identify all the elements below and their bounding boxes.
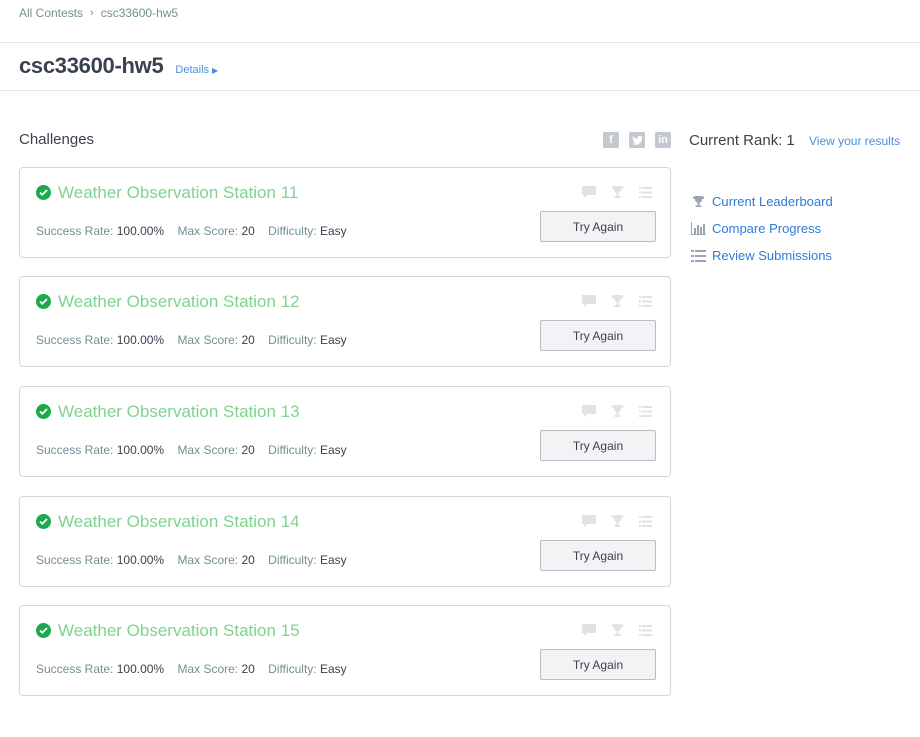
view-results-link[interactable]: View your results	[809, 134, 900, 148]
challenge-name-link[interactable]: Weather Observation Station 15	[58, 621, 300, 641]
rank-label: Current Rank:	[689, 132, 783, 149]
chevron-right-icon: ›	[90, 7, 94, 19]
trophy-icon[interactable]	[610, 185, 624, 199]
list-icon[interactable]	[638, 185, 652, 199]
comment-icon[interactable]	[582, 294, 596, 308]
breadcrumb: All Contests › csc33600-hw5	[19, 6, 178, 20]
try-again-button[interactable]: Try Again	[540, 649, 656, 680]
social-share: f in	[603, 132, 671, 148]
details-label: Details	[175, 64, 210, 76]
bar-chart-icon	[690, 222, 706, 236]
check-circle-icon	[36, 404, 51, 419]
divider	[0, 90, 920, 91]
trophy-icon	[690, 195, 706, 209]
list-icon[interactable]	[638, 514, 652, 528]
list-icon[interactable]	[638, 404, 652, 418]
divider	[0, 42, 920, 43]
facebook-icon[interactable]: f	[603, 132, 619, 148]
comment-icon[interactable]	[582, 623, 596, 637]
challenge-actions	[582, 404, 652, 418]
challenge-card: Weather Observation Station 12 Success R…	[19, 276, 671, 367]
compare-progress-label: Compare Progress	[712, 221, 822, 236]
review-submissions-link[interactable]: Review Submissions	[690, 242, 833, 269]
review-submissions-label: Review Submissions	[712, 248, 832, 263]
triangle-right-icon: ▶	[212, 65, 219, 75]
challenge-card: Weather Observation Station 15 Success R…	[19, 605, 671, 696]
list-icon	[690, 249, 706, 263]
comment-icon[interactable]	[582, 404, 596, 418]
twitter-icon[interactable]	[629, 132, 645, 148]
challenge-meta: Success Rate: 100.00% Max Score: 20 Diff…	[36, 553, 347, 567]
max-score: 20	[241, 333, 255, 347]
compare-progress-link[interactable]: Compare Progress	[690, 215, 833, 242]
trophy-icon[interactable]	[610, 514, 624, 528]
page-title: csc33600-hw5	[19, 53, 164, 78]
success-rate: 100.00%	[116, 224, 165, 238]
challenge-meta: Success Rate: 100.00% Max Score: 20 Diff…	[36, 662, 347, 676]
max-score: 20	[241, 224, 255, 238]
challenge-name-link[interactable]: Weather Observation Station 11	[58, 183, 298, 203]
challenge-meta: Success Rate: 100.00% Max Score: 20 Diff…	[36, 224, 347, 238]
check-circle-icon	[36, 185, 51, 200]
max-score: 20	[241, 553, 255, 567]
trophy-icon[interactable]	[610, 294, 624, 308]
max-score: 20	[241, 662, 255, 676]
success-rate: 100.00%	[116, 443, 165, 457]
challenge-actions	[582, 514, 652, 528]
max-score: 20	[241, 443, 255, 457]
details-link[interactable]: Details ▶	[175, 64, 218, 76]
challenge-actions	[582, 294, 652, 308]
challenge-name-link[interactable]: Weather Observation Station 14	[58, 512, 300, 532]
difficulty: Easy	[319, 662, 347, 676]
list-icon[interactable]	[638, 623, 652, 637]
comment-icon[interactable]	[582, 185, 596, 199]
current-leaderboard-link[interactable]: Current Leaderboard	[690, 188, 833, 215]
try-again-button[interactable]: Try Again	[540, 320, 656, 351]
success-rate: 100.00%	[116, 662, 165, 676]
challenge-card: Weather Observation Station 11 Success R…	[19, 167, 671, 258]
trophy-icon[interactable]	[610, 623, 624, 637]
challenge-meta: Success Rate: 100.00% Max Score: 20 Diff…	[36, 333, 347, 347]
list-icon[interactable]	[638, 294, 652, 308]
check-circle-icon	[36, 294, 51, 309]
challenge-card: Weather Observation Station 14 Success R…	[19, 496, 671, 587]
sidebar-links: Current Leaderboard Compare Progress Rev…	[690, 188, 833, 269]
try-again-button[interactable]: Try Again	[540, 430, 656, 461]
success-rate: 100.00%	[116, 333, 165, 347]
difficulty: Easy	[319, 224, 347, 238]
challenge-actions	[582, 623, 652, 637]
try-again-button[interactable]: Try Again	[540, 211, 656, 242]
breadcrumb-all-contests[interactable]: All Contests	[19, 6, 83, 20]
challenge-meta: Success Rate: 100.00% Max Score: 20 Diff…	[36, 443, 347, 457]
contest-header: csc33600-hw5 Details ▶	[19, 53, 218, 79]
current-rank: Current Rank: 1	[689, 132, 795, 149]
current-leaderboard-label: Current Leaderboard	[712, 194, 833, 209]
challenge-name-link[interactable]: Weather Observation Station 13	[58, 402, 300, 422]
challenge-name-link[interactable]: Weather Observation Station 12	[58, 292, 300, 312]
breadcrumb-current[interactable]: csc33600-hw5	[101, 6, 178, 20]
difficulty: Easy	[319, 443, 347, 457]
challenges-heading: Challenges	[19, 131, 95, 148]
try-again-button[interactable]: Try Again	[540, 540, 656, 571]
success-rate: 100.00%	[116, 553, 165, 567]
challenge-card: Weather Observation Station 13 Success R…	[19, 386, 671, 477]
linkedin-icon[interactable]: in	[655, 132, 671, 148]
trophy-icon[interactable]	[610, 404, 624, 418]
rank-value: 1	[786, 132, 795, 149]
difficulty: Easy	[319, 553, 347, 567]
challenge-actions	[582, 185, 652, 199]
comment-icon[interactable]	[582, 514, 596, 528]
difficulty: Easy	[319, 333, 347, 347]
check-circle-icon	[36, 623, 51, 638]
check-circle-icon	[36, 514, 51, 529]
